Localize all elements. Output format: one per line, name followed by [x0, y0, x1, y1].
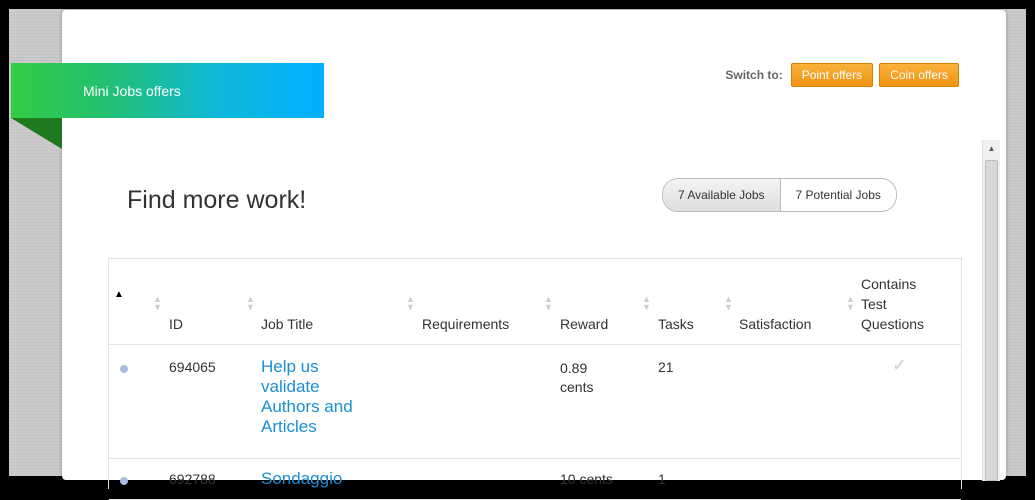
contains-test-line: Test: [861, 296, 887, 312]
sort-icon[interactable]: ▲ ▼: [724, 295, 733, 312]
coin-offers-button[interactable]: Coin offers: [879, 63, 959, 87]
table-header: ▲ ▲ ▼ ID ▲ ▼ Job Title ▲ ▼ Requirements ▲ ▼ …: [109, 259, 961, 345]
col-id[interactable]: ID: [169, 316, 183, 332]
sort-icon[interactable]: ▲ ▼: [846, 295, 855, 312]
reward-unit: cents: [560, 379, 594, 395]
tasks-count: 21: [658, 359, 674, 375]
scrollbar-thumb[interactable]: [985, 160, 998, 481]
title-line: validate: [261, 377, 320, 396]
tasks-count: 1: [658, 471, 666, 487]
sort-asc-icon[interactable]: ▲: [114, 289, 124, 300]
job-id: 692788: [169, 471, 216, 487]
page-title: Find more work!: [127, 186, 307, 214]
switch-to-label: Switch to:: [725, 68, 783, 82]
ribbon-label: Mini Jobs offers: [83, 83, 181, 99]
mini-jobs-ribbon: Mini Jobs offers: [11, 63, 324, 118]
table-row[interactable]: 692788 Sondaggio 10 cents 1: [109, 459, 961, 500]
title-line: Sondaggio: [261, 469, 343, 488]
contains-test-line: Contains: [861, 276, 917, 292]
job-id: 694065: [169, 359, 216, 375]
title-line: Help us: [261, 357, 319, 376]
vertical-scrollbar[interactable]: ▲: [982, 140, 1000, 481]
title-line: Authors and: [261, 397, 353, 416]
check-icon: ✓: [892, 355, 908, 375]
sort-icon[interactable]: ▲ ▼: [544, 295, 553, 312]
reward-value: 0.89 cents: [560, 359, 593, 397]
reward-amount: 0.89: [560, 360, 588, 376]
col-contains-test-questions[interactable]: Contains Test Questions: [861, 274, 924, 334]
available-jobs-tab[interactable]: 7 Available Jobs: [663, 179, 781, 211]
ribbon-fold: [11, 118, 62, 149]
point-offers-button[interactable]: Point offers: [790, 63, 874, 87]
job-title-link[interactable]: Help us validate Authors and Articles: [261, 357, 353, 437]
sort-icon[interactable]: ▲ ▼: [642, 295, 651, 312]
contains-test-line: Questions: [861, 316, 925, 332]
jobs-table: ▲ ▲ ▼ ID ▲ ▼ Job Title ▲ ▼ Requirements ▲ ▼ …: [108, 258, 962, 500]
sort-icon[interactable]: ▲ ▼: [406, 295, 415, 312]
col-reward[interactable]: Reward: [560, 316, 608, 332]
table-row[interactable]: 694065 Help us validate Authors and Arti…: [109, 345, 961, 459]
status-dot: [120, 477, 128, 485]
sort-icon[interactable]: ▲ ▼: [246, 295, 255, 312]
potential-jobs-tab[interactable]: 7 Potential Jobs: [781, 179, 896, 211]
col-tasks[interactable]: Tasks: [658, 316, 694, 332]
col-requirements[interactable]: Requirements: [422, 316, 509, 332]
col-satisfaction[interactable]: Satisfaction: [739, 316, 811, 332]
jobs-toggle: 7 Available Jobs 7 Potential Jobs: [662, 178, 897, 212]
sort-icon[interactable]: ▲ ▼: [153, 295, 162, 312]
status-dot: [120, 365, 128, 373]
scroll-up-icon[interactable]: ▲: [983, 140, 1000, 157]
offer-switcher: Switch to: Point offers Coin offers: [725, 63, 959, 87]
job-title-link[interactable]: Sondaggio: [261, 469, 342, 489]
title-line: Articles: [261, 417, 317, 436]
col-job-title[interactable]: Job Title: [261, 316, 313, 332]
reward-value: 10 cents: [560, 471, 613, 487]
